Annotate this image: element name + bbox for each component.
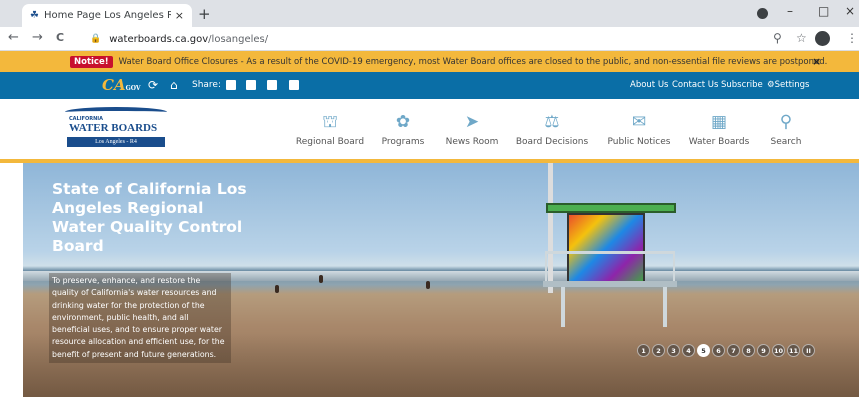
speech-bubble-icon: ✉	[631, 112, 647, 132]
forward-button[interactable]: →	[32, 30, 43, 45]
browser-window: ☘ Home Page Los Angeles Regiona × + – □ …	[0, 0, 859, 397]
site-favicon-icon: ☘	[30, 10, 39, 21]
back-button[interactable]: ←	[8, 30, 19, 45]
leaf-icon: ✿	[395, 112, 411, 132]
lock-icon: 🔒	[90, 34, 102, 44]
slide-page-button[interactable]: 5	[697, 344, 710, 357]
slide-page-button[interactable]: 9	[757, 344, 770, 357]
lifeguard-tower-rail	[545, 251, 675, 283]
beach-person	[319, 275, 323, 283]
twitter-icon[interactable]	[246, 80, 256, 90]
site-header: CALIFORNIA WATER BOARDS Los Angeles - R4…	[0, 99, 859, 159]
utility-bar: CAGOV ⟳ ⌂ Share: About Us Contact Us Sub…	[0, 72, 859, 99]
water-boards-logo[interactable]: CALIFORNIA WATER BOARDS Los Angeles - R4	[65, 107, 167, 149]
url-host: waterboards.ca.gov	[109, 33, 209, 45]
notice-badge: Notice!	[70, 55, 113, 68]
email-icon[interactable]	[289, 80, 299, 90]
address-bar[interactable]: 🔒 waterboards.ca.gov/losangeles/	[90, 29, 810, 49]
star-icon[interactable]: ☆	[796, 31, 807, 45]
new-tab-button[interactable]: +	[198, 5, 211, 23]
hero-title: State of California Los Angeles Regional…	[52, 180, 247, 255]
notice-bar: Notice! Water Board Office Closures - As…	[0, 51, 859, 72]
about-us-link[interactable]: About Us	[630, 80, 668, 90]
notice-text[interactable]: Water Board Office Closures - As a resul…	[119, 57, 828, 67]
minimize-button[interactable]: –	[787, 4, 793, 18]
slide-page-button[interactable]: II	[802, 344, 815, 357]
slide-page-button[interactable]: 3	[667, 344, 680, 357]
nav-regional-board[interactable]: ⛫ Regional Board	[290, 111, 370, 147]
slide-page-button[interactable]: 1	[637, 344, 650, 357]
nav-programs[interactable]: ✿ Programs	[363, 111, 443, 147]
slide-page-button[interactable]: 4	[682, 344, 695, 357]
slide-page-button[interactable]: 2	[652, 344, 665, 357]
menu-icon[interactable]: ⋮	[846, 31, 858, 45]
hero-description: To preserve, enhance, and restore the qu…	[49, 273, 231, 364]
scales-icon: ⚖	[544, 112, 560, 132]
contact-us-link[interactable]: Contact Us	[672, 80, 718, 90]
settings-link[interactable]: ⚙Settings	[767, 80, 810, 90]
slide-page-button[interactable]: 11	[787, 344, 800, 357]
browser-tab[interactable]: ☘ Home Page Los Angeles Regiona ×	[22, 4, 192, 27]
translate-icon[interactable]: ⟳	[148, 78, 158, 92]
nav-public-notices[interactable]: ✉ Public Notices	[599, 111, 679, 147]
home-icon[interactable]: ⌂	[170, 78, 178, 92]
nav-news-room[interactable]: ➤ News Room	[432, 111, 512, 147]
beach-person	[275, 285, 279, 293]
reload-button[interactable]: C	[56, 31, 64, 44]
hero-banner[interactable]: State of California Los Angeles Regional…	[23, 163, 859, 397]
notice-close-icon[interactable]: ×	[812, 55, 821, 68]
lifeguard-tower-roof	[546, 203, 676, 213]
building-icon: ⛫	[322, 112, 338, 132]
gear-icon: ⚙	[767, 80, 775, 90]
slide-page-button[interactable]: 10	[772, 344, 785, 357]
tab-title: Home Page Los Angeles Regiona	[43, 10, 171, 21]
youtube-icon[interactable]	[267, 80, 277, 90]
slideshow-pager: 1 2 3 4 5 6 7 8 9 10 11 II	[637, 344, 815, 357]
close-window-button[interactable]: ×	[845, 4, 855, 18]
ca-gov-logo[interactable]: CAGOV	[102, 76, 140, 94]
nav-search[interactable]: ⚲ Search	[746, 111, 826, 147]
browser-toolbar: ← → C 🔒 waterboards.ca.gov/losangeles/ ⚲…	[0, 27, 859, 51]
record-icon[interactable]	[757, 8, 768, 19]
slide-page-button[interactable]: 6	[712, 344, 725, 357]
zoom-icon[interactable]: ⚲	[773, 31, 782, 45]
tab-close-icon[interactable]: ×	[175, 9, 184, 22]
subscribe-link[interactable]: Subscribe	[721, 80, 763, 90]
search-icon: ⚲	[779, 112, 793, 132]
maximize-button[interactable]: □	[818, 4, 829, 18]
tab-strip: ☘ Home Page Los Angeles Regiona × + – □ …	[0, 0, 859, 27]
nav-board-decisions[interactable]: ⚖ Board Decisions	[512, 111, 592, 147]
beach-person	[426, 281, 430, 289]
facebook-icon[interactable]	[226, 80, 236, 90]
slide-page-button[interactable]: 8	[742, 344, 755, 357]
profile-icon[interactable]	[815, 31, 830, 46]
slide-page-button[interactable]: 7	[727, 344, 740, 357]
share-label: Share:	[192, 80, 222, 90]
url-path: /losangeles/	[208, 33, 269, 45]
megaphone-icon: ➤	[464, 112, 480, 132]
